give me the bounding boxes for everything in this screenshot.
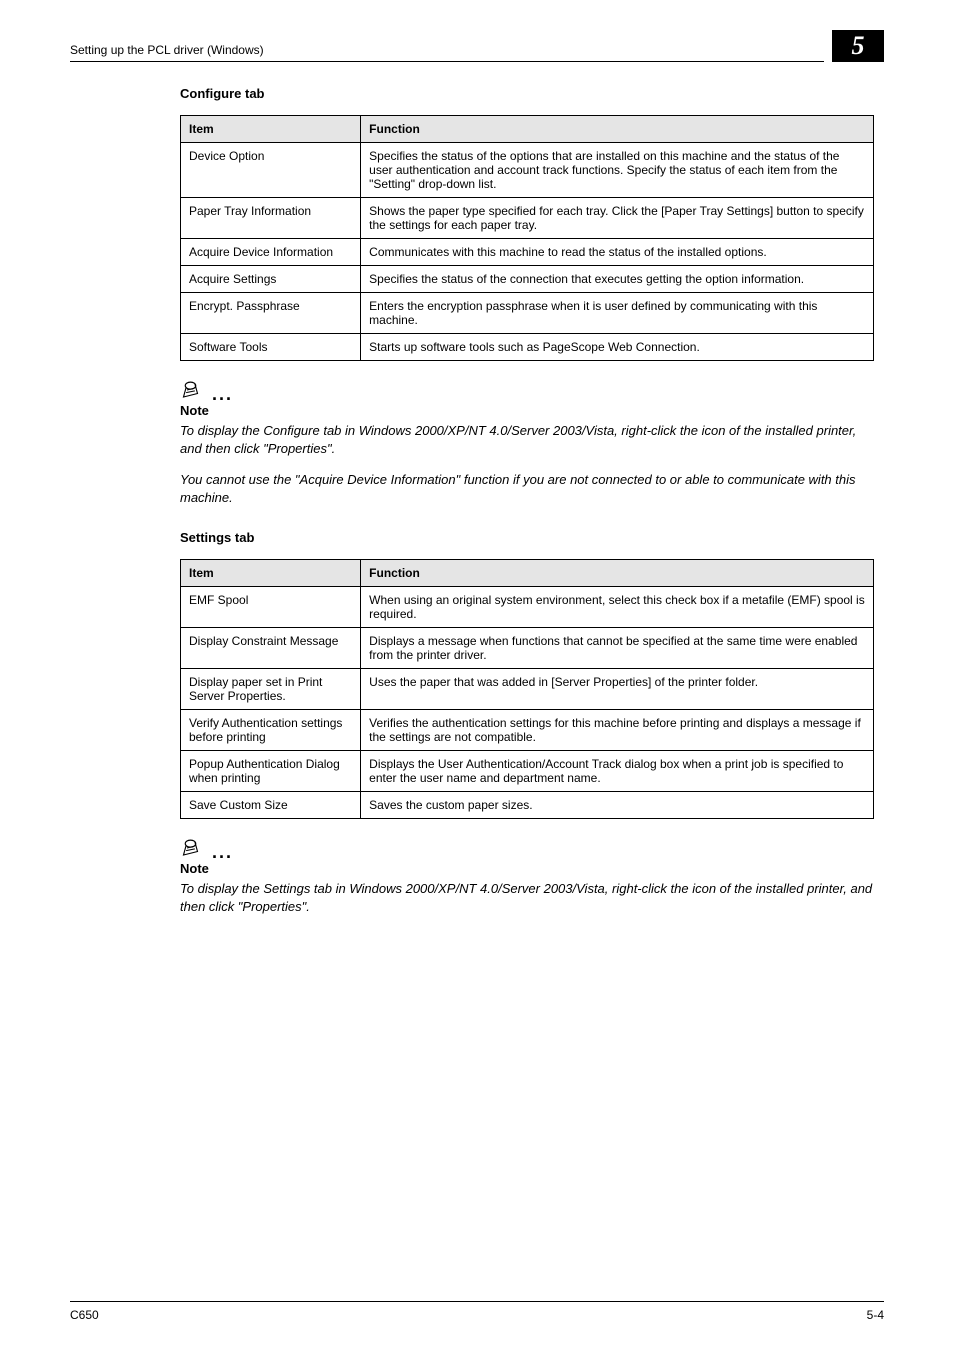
cell-function: Verifies the authentication settings for… — [361, 710, 874, 751]
cell-function: Specifies the status of the connection t… — [361, 266, 874, 293]
cell-function: Displays the User Authentication/Account… — [361, 751, 874, 792]
note-label: Note — [180, 861, 874, 876]
note-block: ... Note To display the Settings tab in … — [180, 837, 874, 915]
note-icon — [180, 837, 208, 859]
note-icon — [180, 379, 208, 401]
cell-item: Acquire Device Information — [181, 239, 361, 266]
configure-table: Item Function Device Option Specifies th… — [180, 115, 874, 361]
table-row: Display paper set in Print Server Proper… — [181, 669, 874, 710]
body: Configure tab Item Function Device Optio… — [180, 86, 874, 915]
cell-item: Device Option — [181, 143, 361, 198]
cell-function: When using an original system environmen… — [361, 587, 874, 628]
cell-function: Communicates with this machine to read t… — [361, 239, 874, 266]
note-text: You cannot use the "Acquire Device Infor… — [180, 471, 874, 506]
footer-right: 5-4 — [867, 1308, 884, 1322]
running-head: Setting up the PCL driver (Windows) — [70, 43, 824, 62]
cell-function: Shows the paper type specified for each … — [361, 198, 874, 239]
note-dots: ... — [212, 389, 233, 399]
note-dots: ... — [212, 847, 233, 857]
note-icon-row: ... — [180, 837, 874, 859]
col-header-function: Function — [361, 116, 874, 143]
table-row: Paper Tray Information Shows the paper t… — [181, 198, 874, 239]
note-text: To display the Settings tab in Windows 2… — [180, 880, 874, 915]
table-row: Save Custom Size Saves the custom paper … — [181, 792, 874, 819]
note-label: Note — [180, 403, 874, 418]
table-row: Popup Authentication Dialog when printin… — [181, 751, 874, 792]
cell-item: Encrypt. Passphrase — [181, 293, 361, 334]
table-header-row: Item Function — [181, 116, 874, 143]
col-header-function: Function — [361, 560, 874, 587]
header-bar: Setting up the PCL driver (Windows) 5 — [70, 30, 884, 62]
cell-item: Software Tools — [181, 334, 361, 361]
cell-item: Display paper set in Print Server Proper… — [181, 669, 361, 710]
table-header-row: Item Function — [181, 560, 874, 587]
note-block: ... Note To display the Configure tab in… — [180, 379, 874, 506]
cell-function: Displays a message when functions that c… — [361, 628, 874, 669]
footer: C650 5-4 — [70, 1301, 884, 1322]
table-row: Encrypt. Passphrase Enters the encryptio… — [181, 293, 874, 334]
cell-function: Specifies the status of the options that… — [361, 143, 874, 198]
col-header-item: Item — [181, 116, 361, 143]
col-header-item: Item — [181, 560, 361, 587]
table-row: Software Tools Starts up software tools … — [181, 334, 874, 361]
cell-item: Display Constraint Message — [181, 628, 361, 669]
section-title-configure: Configure tab — [180, 86, 874, 101]
table-row: Display Constraint Message Displays a me… — [181, 628, 874, 669]
footer-left: C650 — [70, 1308, 99, 1322]
cell-item: Acquire Settings — [181, 266, 361, 293]
cell-item: Verify Authentication settings before pr… — [181, 710, 361, 751]
note-text: To display the Configure tab in Windows … — [180, 422, 874, 457]
table-row: Verify Authentication settings before pr… — [181, 710, 874, 751]
section-title-settings: Settings tab — [180, 530, 874, 545]
page: Setting up the PCL driver (Windows) 5 Co… — [0, 0, 954, 1350]
cell-item: EMF Spool — [181, 587, 361, 628]
table-row: EMF Spool When using an original system … — [181, 587, 874, 628]
cell-item: Save Custom Size — [181, 792, 361, 819]
table-row: Acquire Device Information Communicates … — [181, 239, 874, 266]
cell-item: Popup Authentication Dialog when printin… — [181, 751, 361, 792]
table-row: Device Option Specifies the status of th… — [181, 143, 874, 198]
chapter-number-box: 5 — [832, 30, 884, 62]
table-row: Acquire Settings Specifies the status of… — [181, 266, 874, 293]
cell-function: Starts up software tools such as PageSco… — [361, 334, 874, 361]
cell-item: Paper Tray Information — [181, 198, 361, 239]
note-icon-row: ... — [180, 379, 874, 401]
settings-table: Item Function EMF Spool When using an or… — [180, 559, 874, 819]
cell-function: Uses the paper that was added in [Server… — [361, 669, 874, 710]
cell-function: Saves the custom paper sizes. — [361, 792, 874, 819]
cell-function: Enters the encryption passphrase when it… — [361, 293, 874, 334]
